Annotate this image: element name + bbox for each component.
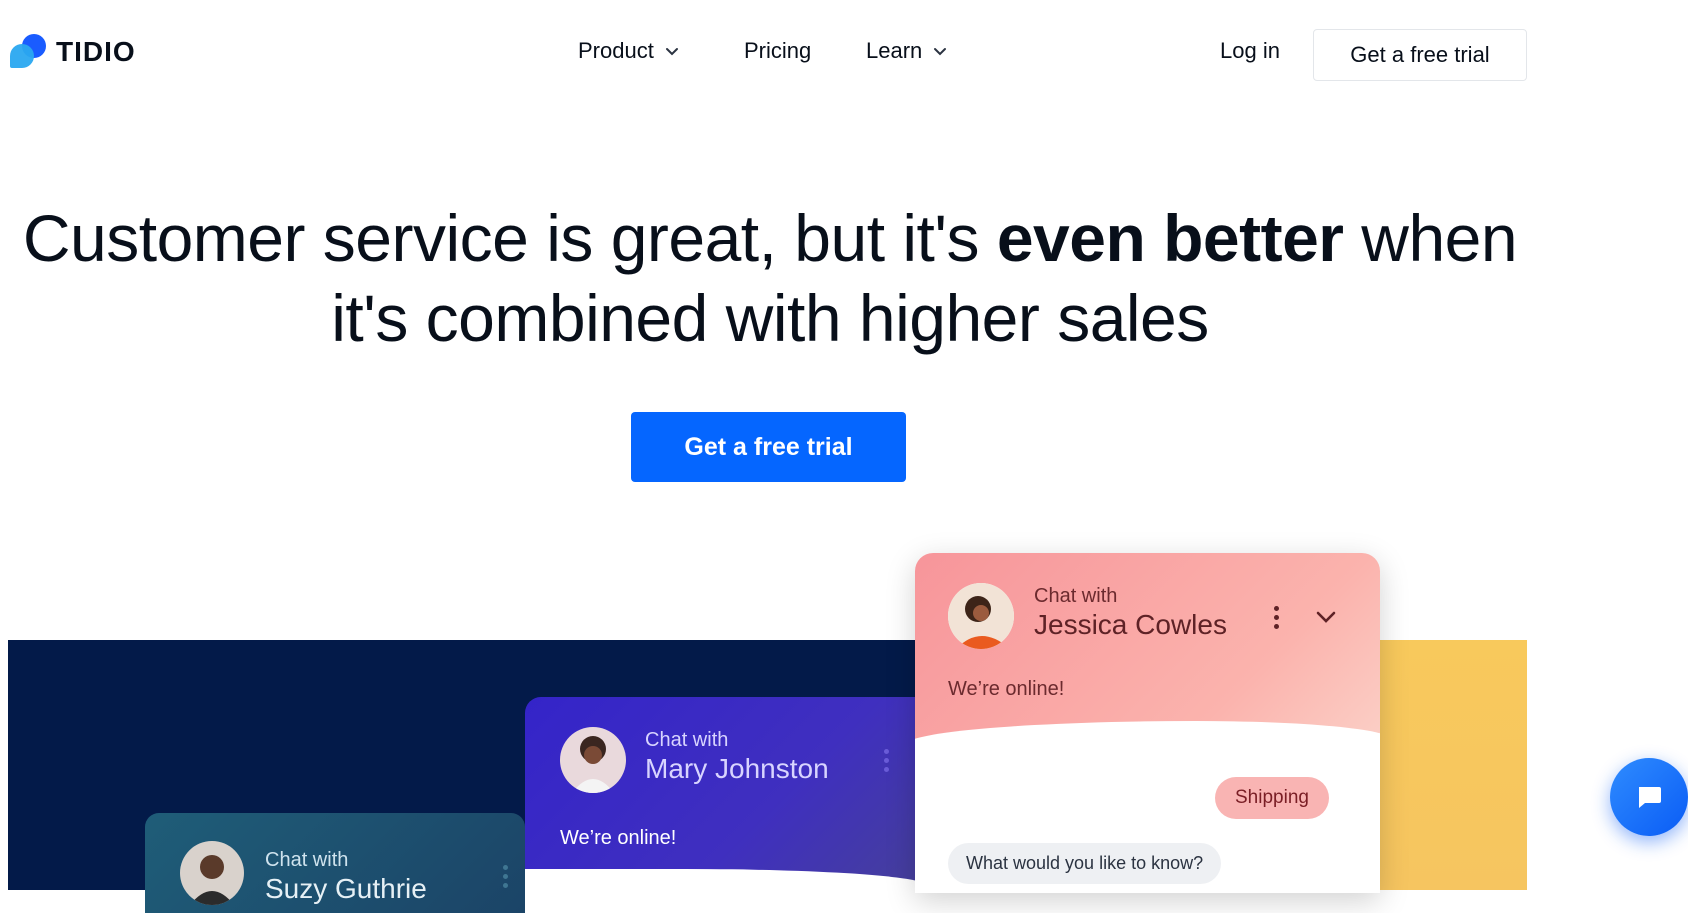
- hero-line-2: it's combined with higher sales: [331, 281, 1209, 355]
- tidio-logo[interactable]: TIDIO: [8, 32, 136, 72]
- hero-line-1: Customer service is great, but it's even…: [0, 198, 1540, 278]
- chat-card-jessica: Chat with Jessica Cowles We’re online! S…: [915, 553, 1380, 893]
- avatar: [948, 583, 1014, 649]
- logo-mark-icon: [8, 32, 48, 72]
- agent-name: Jessica Cowles: [1034, 609, 1227, 640]
- hero-free-trial-button[interactable]: Get a free trial: [631, 412, 906, 482]
- chat-with-label: Chat with: [265, 849, 349, 871]
- hero-emphasis: even better: [996, 201, 1344, 275]
- login-link[interactable]: Log in: [1220, 38, 1280, 64]
- online-status: We’re online!: [560, 827, 677, 849]
- more-vertical-icon[interactable]: [1274, 606, 1280, 633]
- nav-product[interactable]: Product: [578, 38, 680, 64]
- agent-name: Suzy Guthrie: [265, 873, 427, 904]
- chat-launcher-button[interactable]: [1610, 758, 1688, 836]
- chevron-down-icon: [665, 48, 678, 56]
- avatar: [180, 841, 244, 905]
- card-body: [525, 869, 918, 897]
- nav-pricing[interactable]: Pricing: [744, 38, 811, 64]
- question-bubble: What would you like to know?: [948, 843, 1222, 884]
- avatar-suzy-image: [190, 855, 234, 905]
- nav-pricing-label: Pricing: [744, 38, 812, 63]
- chevron-down-icon: [934, 48, 947, 56]
- chat-card-suzy: Chat with Suzy Guthrie: [145, 813, 525, 913]
- chat-card-mary: Chat with Mary Johnston We’re online!: [525, 697, 918, 897]
- online-status: We’re online!: [948, 678, 1065, 700]
- header-free-trial-button[interactable]: Get a free trial: [1313, 29, 1527, 81]
- chat-with-label: Chat with: [1034, 585, 1118, 607]
- card-body: [915, 721, 1380, 781]
- avatar: [560, 727, 626, 793]
- hero-heading: Customer service is great, but it's even…: [0, 198, 1540, 358]
- more-vertical-icon: [503, 865, 509, 892]
- chat-with-label: Chat with: [645, 729, 729, 751]
- avatar-mary-image: [572, 736, 614, 793]
- chat-bubble-icon: [1639, 787, 1661, 808]
- logo-text: TIDIO: [56, 36, 136, 67]
- avatar-jessica-image: [948, 583, 1014, 649]
- nav-product-label: Product: [578, 38, 654, 63]
- hero-line-1-start: Customer service is great, but it's: [22, 201, 997, 275]
- showcase-yellow-panel: [1380, 640, 1527, 890]
- hero-line-1-end: when: [1343, 201, 1518, 275]
- nav-learn[interactable]: Learn: [866, 38, 948, 64]
- shipping-chip[interactable]: Shipping: [1215, 777, 1329, 819]
- chevron-down-icon[interactable]: [1315, 609, 1337, 625]
- nav-learn-label: Learn: [866, 38, 923, 63]
- more-vertical-icon: [884, 749, 890, 776]
- agent-name: Mary Johnston: [645, 753, 829, 784]
